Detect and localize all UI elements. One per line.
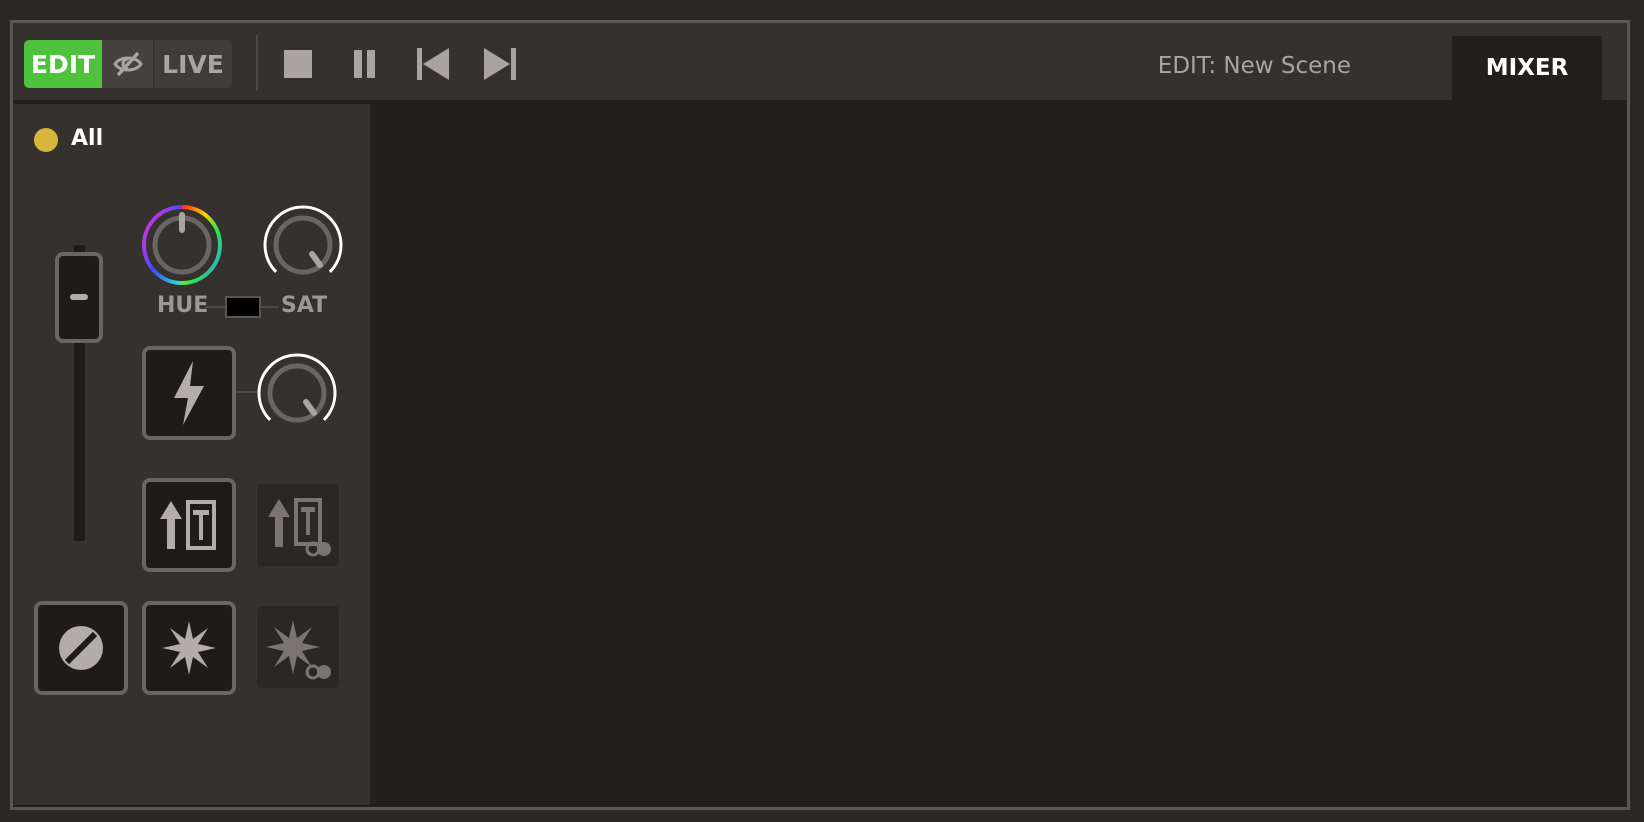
blackout-button[interactable] [34, 601, 128, 695]
toolbar: EDIT LIVE EDIT: New Scene MIXER [13, 23, 1627, 100]
pause-icon [354, 50, 375, 78]
live-mode-button[interactable]: LIVE [154, 40, 232, 88]
fade-up-button[interactable] [142, 478, 236, 572]
sat-knob[interactable] [262, 204, 344, 290]
edit-mode-button[interactable]: EDIT [24, 40, 102, 88]
hide-preview-button[interactable] [102, 40, 154, 88]
next-button[interactable] [480, 45, 520, 83]
link-line [205, 306, 225, 308]
hue-label: HUE [157, 293, 209, 318]
sparkle-link-button[interactable] [257, 606, 339, 688]
intensity-fader-handle[interactable] [55, 252, 103, 343]
fade-up-link-button[interactable] [257, 484, 339, 566]
hue-wheel-icon [141, 205, 223, 285]
sat-label: SAT [281, 293, 328, 318]
stop-button[interactable] [278, 45, 318, 83]
blackout-icon [59, 626, 103, 670]
stop-icon [284, 50, 312, 78]
arrow-up-fader-icon [160, 500, 216, 550]
lightning-bolt-icon [174, 361, 204, 425]
link-line [261, 306, 279, 308]
group-label: All [71, 126, 104, 151]
tab-mixer[interactable]: MIXER [1452, 36, 1602, 100]
group-color-dot[interactable] [34, 128, 58, 152]
sparkle-button[interactable] [142, 601, 236, 695]
hue-knob[interactable] [141, 204, 223, 290]
skip-back-icon [417, 48, 449, 80]
starburst-icon [162, 621, 216, 675]
strobe-speed-knob[interactable] [256, 352, 338, 438]
knob-icon [263, 205, 343, 275]
arrow-up-fader-link-icon [268, 498, 331, 557]
link-toggle[interactable] [225, 296, 261, 318]
knob-icon [257, 353, 337, 423]
flash-button[interactable] [142, 346, 236, 440]
starburst-link-icon [266, 620, 331, 680]
previous-button[interactable] [413, 45, 453, 83]
fader-grip [70, 294, 88, 300]
skip-forward-icon [484, 48, 516, 80]
mode-switch: EDIT LIVE [24, 40, 232, 88]
eye-slash-icon [112, 51, 143, 77]
toolbar-divider [256, 35, 258, 91]
scene-title: EDIT: New Scene [1157, 53, 1351, 79]
pause-button[interactable] [345, 45, 385, 83]
